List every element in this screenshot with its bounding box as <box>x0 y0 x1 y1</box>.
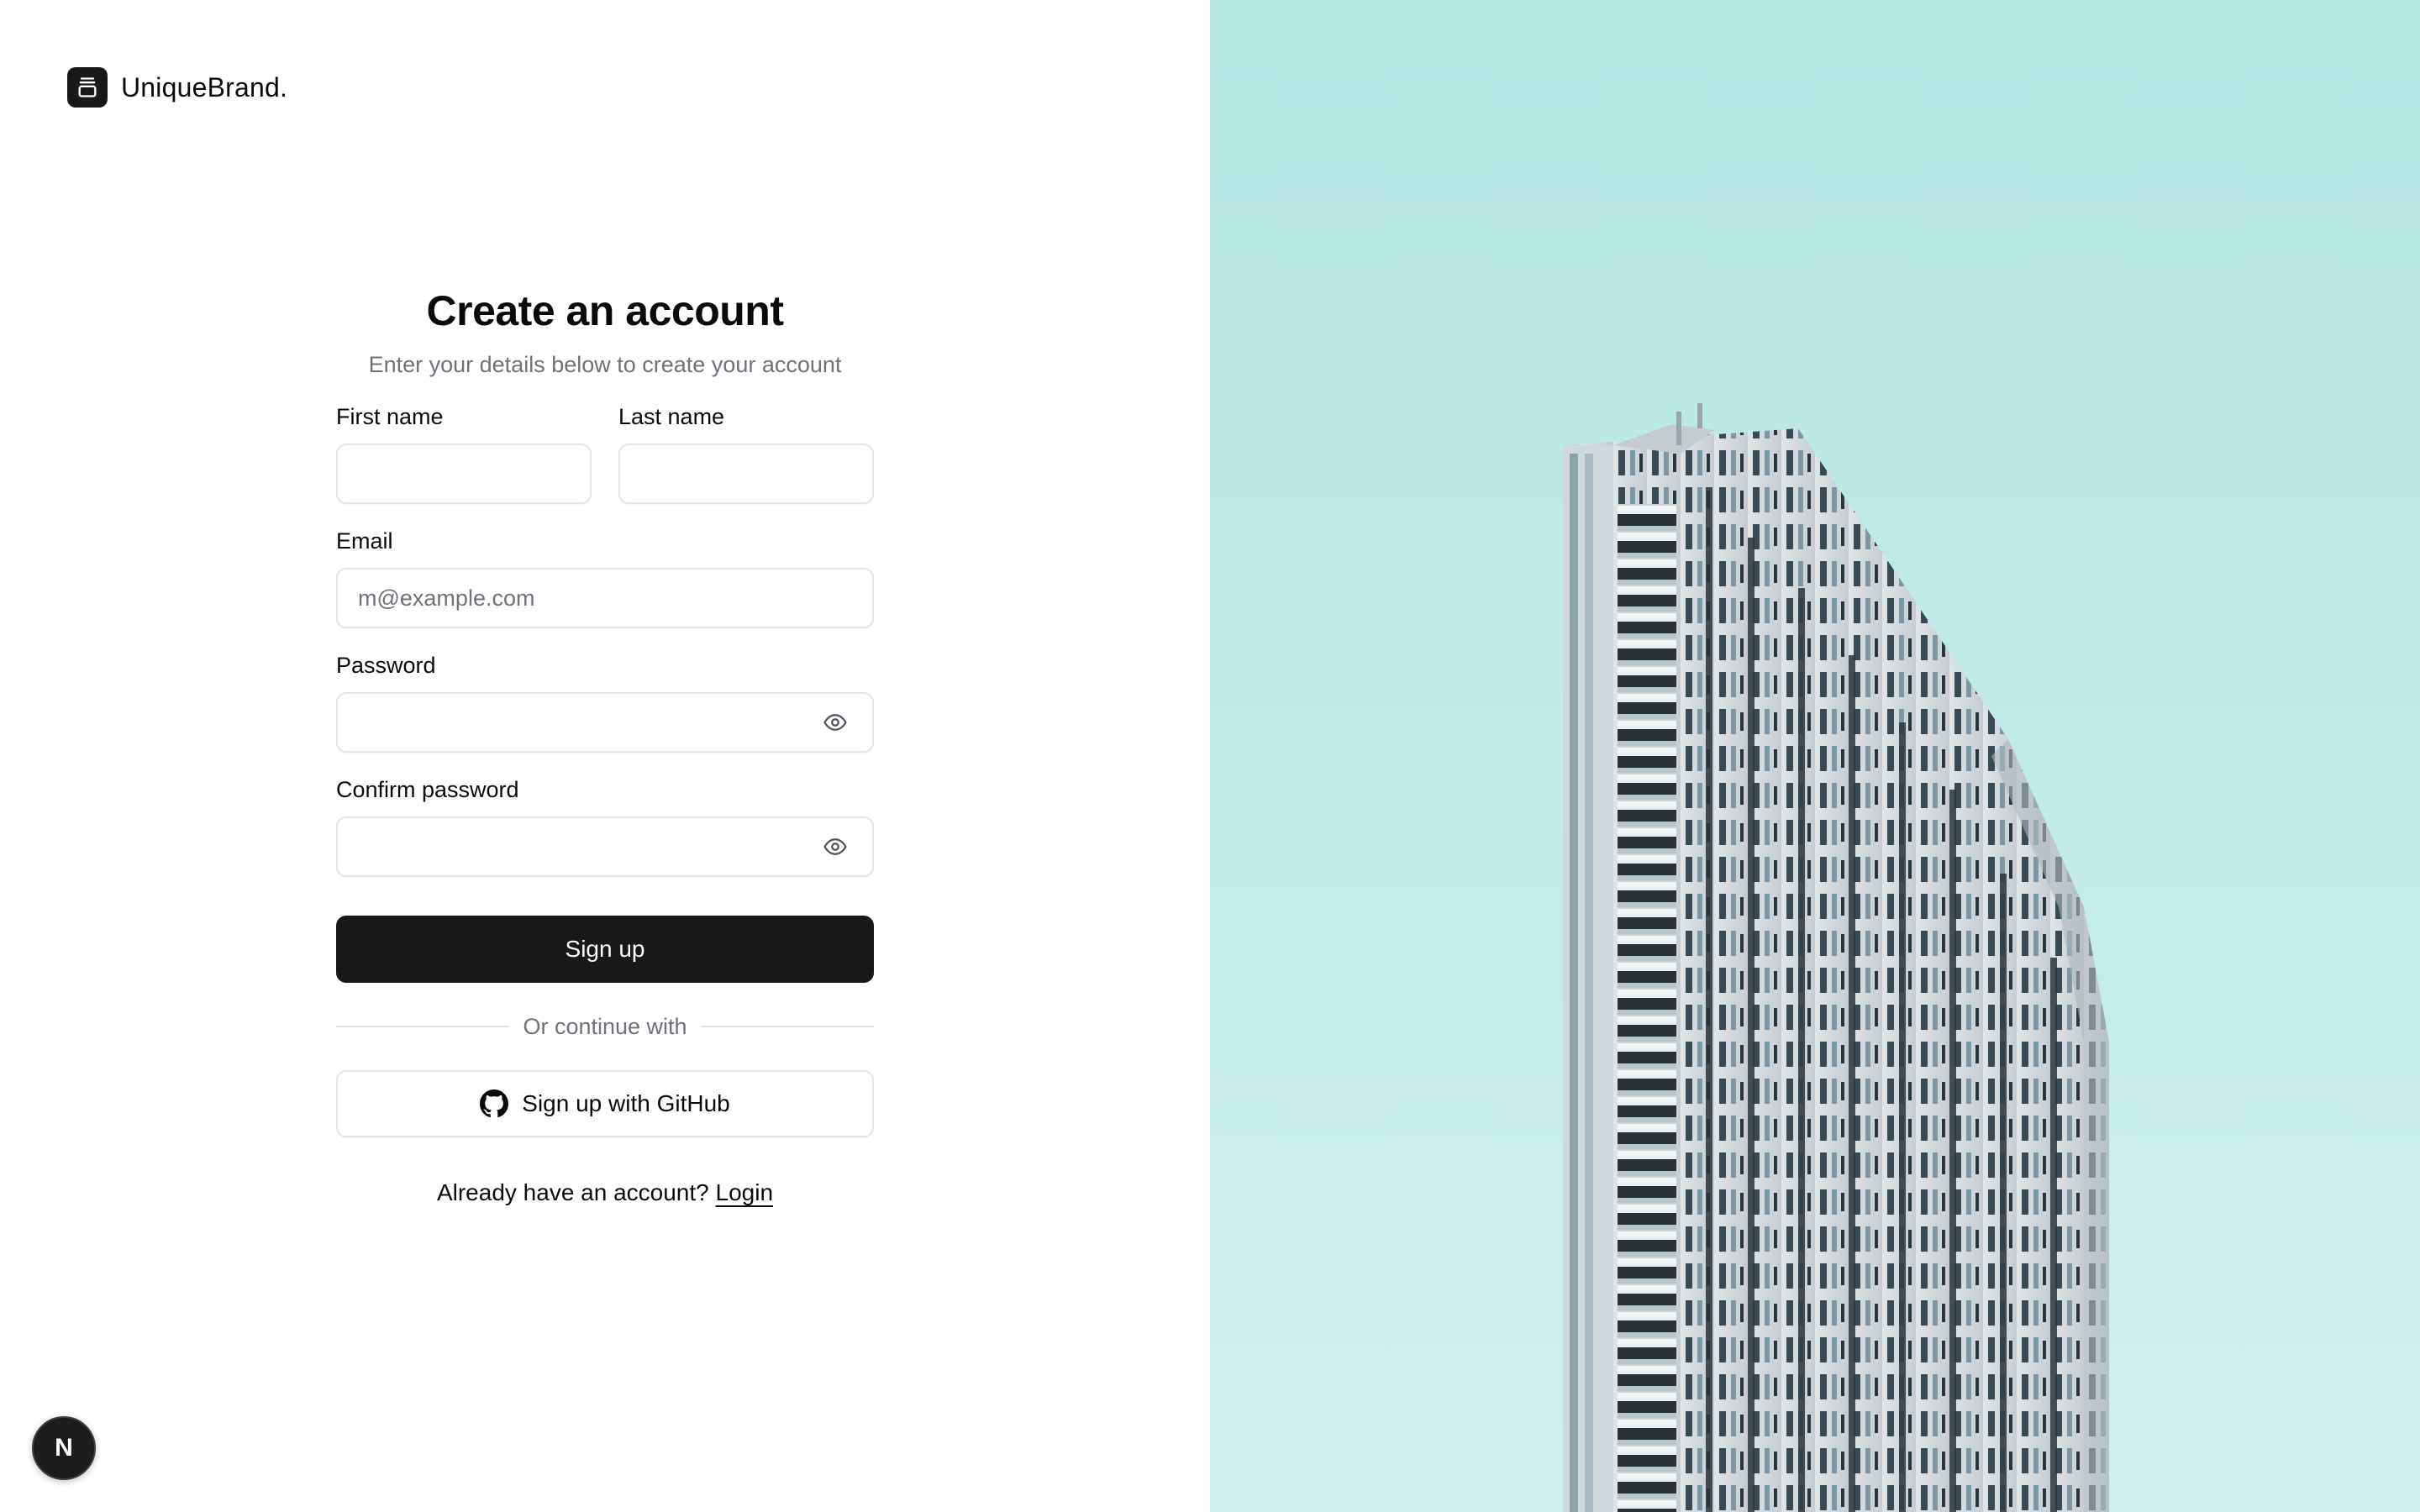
password-label: Password <box>336 653 436 678</box>
eye-icon[interactable] <box>822 709 849 736</box>
name-row: First name Last name <box>336 402 874 504</box>
first-name-label: First name <box>336 404 444 429</box>
first-name-field-wrapper <box>336 444 592 504</box>
nextjs-icon[interactable]: N <box>32 1416 96 1480</box>
confirm-password-input[interactable] <box>358 818 852 875</box>
building-image <box>1210 0 2420 1512</box>
last-name-input[interactable] <box>640 445 852 502</box>
divider-text: Or continue with <box>523 1013 687 1039</box>
brand-name: UniqueBrand. <box>121 71 288 102</box>
confirm-password-group: Confirm password <box>336 774 874 877</box>
eye-icon[interactable] <box>822 833 849 860</box>
confirm-password-label: Confirm password <box>336 777 519 802</box>
email-field-wrapper <box>336 568 874 628</box>
brand[interactable]: UniqueBrand. <box>67 67 287 108</box>
first-name-group: First name <box>336 402 592 504</box>
login-prompt-text: Already have an account? <box>436 1179 709 1205</box>
password-group: Password <box>336 650 874 753</box>
email-label: Email <box>336 528 393 554</box>
signup-panel: UniqueBrand. Create an account Enter you… <box>0 0 1210 1512</box>
password-input[interactable] <box>358 694 852 751</box>
login-prompt: Already have an account? Login <box>336 1179 874 1206</box>
github-signup-button[interactable]: Sign up with GitHub <box>336 1070 874 1137</box>
last-name-label: Last name <box>618 404 725 429</box>
github-button-label: Sign up with GitHub <box>522 1090 730 1116</box>
building-illustration <box>1563 403 2109 1512</box>
divider-line-right <box>700 1026 874 1027</box>
divider-line-left <box>336 1026 510 1027</box>
password-field-wrapper <box>336 692 874 753</box>
signup-form: Create an account Enter your details bel… <box>336 282 874 1206</box>
login-link[interactable]: Login <box>716 1179 774 1205</box>
confirm-password-field-wrapper <box>336 816 874 877</box>
first-name-input[interactable] <box>358 445 570 502</box>
last-name-group: Last name <box>618 402 874 504</box>
github-icon <box>480 1089 509 1118</box>
page-title: Create an account <box>426 287 784 334</box>
sign-up-button[interactable]: Sign up <box>336 916 874 983</box>
last-name-field-wrapper <box>618 444 874 504</box>
divider: Or continue with <box>336 1011 874 1042</box>
email-input[interactable] <box>358 570 852 627</box>
box-archive-icon <box>67 67 108 108</box>
next-badge-letter: N <box>55 1434 73 1462</box>
page-subtitle: Enter your details below to create your … <box>368 352 842 377</box>
email-group: Email <box>336 526 874 628</box>
